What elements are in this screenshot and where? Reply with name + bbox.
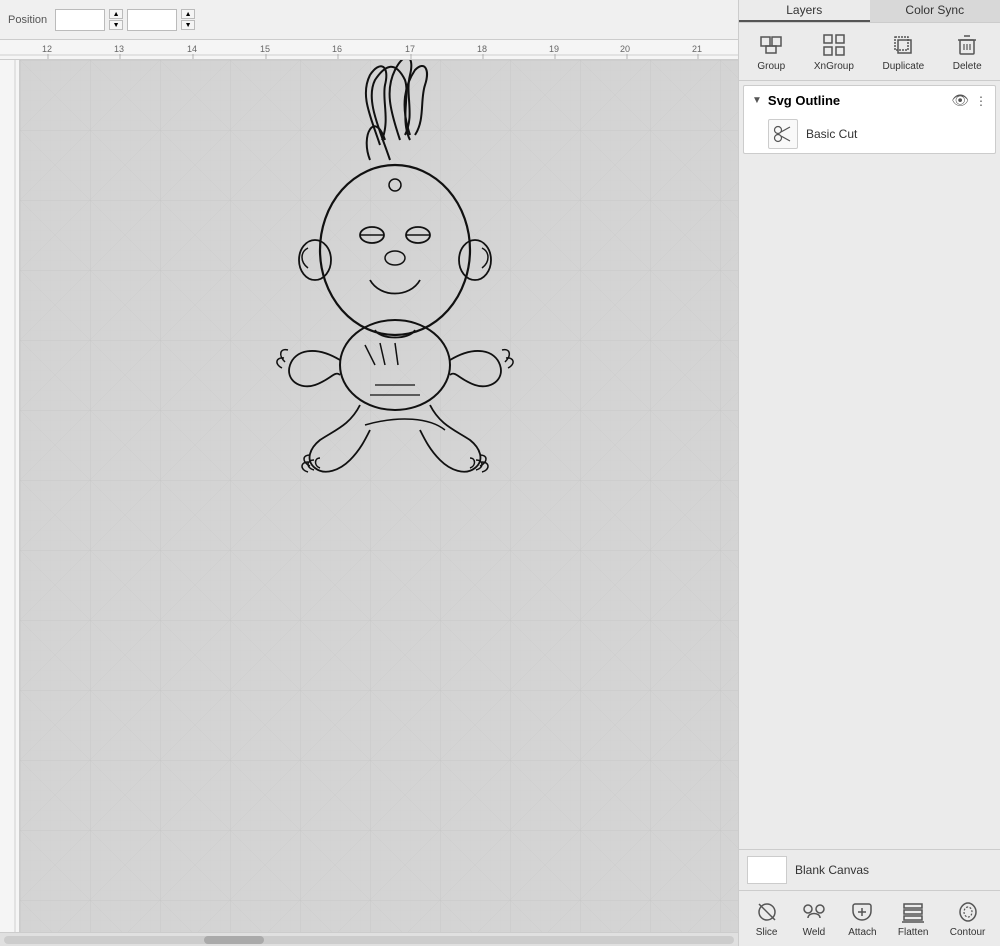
attach-button[interactable]: Attach (844, 897, 880, 940)
horizontal-scrollbar[interactable] (0, 932, 738, 946)
group-button[interactable]: Group (751, 29, 791, 74)
x-up-arrow[interactable]: ▲ (109, 9, 123, 19)
layer-item-label: Basic Cut (806, 127, 857, 141)
ungroup-icon (820, 31, 848, 59)
delete-label: Delete (953, 61, 982, 72)
blank-canvas-label: Blank Canvas (795, 863, 869, 877)
contour-label: Contour (950, 927, 986, 938)
layer-group-svg-outline: ▼ Svg Outline 👁 ⋮ Basic Cut (743, 85, 996, 154)
ruler-vertical (0, 60, 20, 932)
layer-thumbnail (768, 119, 798, 149)
ruler-horizontal: 12 13 14 15 16 17 18 19 20 21 (0, 40, 738, 60)
layer-group-title: Svg Outline (768, 93, 945, 108)
svg-text:14: 14 (187, 44, 197, 54)
eye-icon[interactable]: 👁 (951, 92, 969, 109)
svg-text:16: 16 (332, 44, 342, 54)
svg-text:18: 18 (477, 44, 487, 54)
main-canvas[interactable] (20, 60, 738, 932)
svg-text:19: 19 (549, 44, 559, 54)
svg-text:20: 20 (620, 44, 630, 54)
slice-icon (754, 899, 780, 925)
svg-text:15: 15 (260, 44, 270, 54)
layer-group-header[interactable]: ▼ Svg Outline 👁 ⋮ (744, 86, 995, 115)
svg-text:17: 17 (405, 44, 415, 54)
weld-button[interactable]: Weld (797, 897, 831, 940)
canvas-thumbnail (747, 856, 787, 884)
bottom-toolbar: Slice Weld Attach (739, 890, 1000, 946)
y-arrows: ▲ ▼ (181, 9, 195, 30)
y-input[interactable] (127, 9, 177, 31)
group-label: Group (757, 61, 785, 72)
flatten-label: Flatten (898, 927, 929, 938)
blank-canvas-row: Blank Canvas (739, 849, 1000, 890)
more-icon[interactable]: ⋮ (975, 94, 987, 108)
y-up-arrow[interactable]: ▲ (181, 9, 195, 19)
y-down-arrow[interactable]: ▼ (181, 20, 195, 30)
contour-icon (955, 899, 981, 925)
weld-label: Weld (803, 927, 826, 938)
duplicate-label: Duplicate (882, 61, 924, 72)
attach-icon (849, 899, 875, 925)
flatten-icon (900, 899, 926, 925)
slice-button[interactable]: Slice (750, 897, 784, 940)
duplicate-icon (889, 31, 917, 59)
panel-tabs: Layers Color Sync (739, 0, 1000, 23)
ungroup-button[interactable]: XnGroup (808, 29, 860, 74)
svg-text:13: 13 (114, 44, 124, 54)
attach-label: Attach (848, 927, 876, 938)
delete-icon (953, 31, 981, 59)
svg-text:21: 21 (692, 44, 702, 54)
flatten-button[interactable]: Flatten (894, 897, 933, 940)
group-icon (757, 31, 785, 59)
x-arrows: ▲ ▼ (109, 9, 123, 30)
ungroup-label: XnGroup (814, 61, 854, 72)
delete-button[interactable]: Delete (947, 29, 988, 74)
slice-label: Slice (756, 927, 778, 938)
svg-text:12: 12 (42, 44, 52, 54)
x-down-arrow[interactable]: ▼ (109, 20, 123, 30)
top-toolbar: Position ▲ ▼ ▲ ▼ (0, 0, 738, 40)
chevron-icon: ▼ (752, 95, 762, 106)
panel-toolbar: Group XnGroup Duplicate (739, 23, 1000, 81)
contour-button[interactable]: Contour (946, 897, 990, 940)
x-input[interactable] (55, 9, 105, 31)
layer-item-basic-cut[interactable]: Basic Cut (744, 115, 995, 153)
layers-panel: ▼ Svg Outline 👁 ⋮ Basic Cut (739, 81, 1000, 849)
duplicate-button[interactable]: Duplicate (876, 29, 930, 74)
tab-layers[interactable]: Layers (739, 0, 870, 22)
right-panel: Layers Color Sync Group (738, 0, 1000, 946)
weld-icon (801, 899, 827, 925)
tab-color-sync[interactable]: Color Sync (870, 0, 1000, 22)
position-label: Position (8, 14, 47, 26)
